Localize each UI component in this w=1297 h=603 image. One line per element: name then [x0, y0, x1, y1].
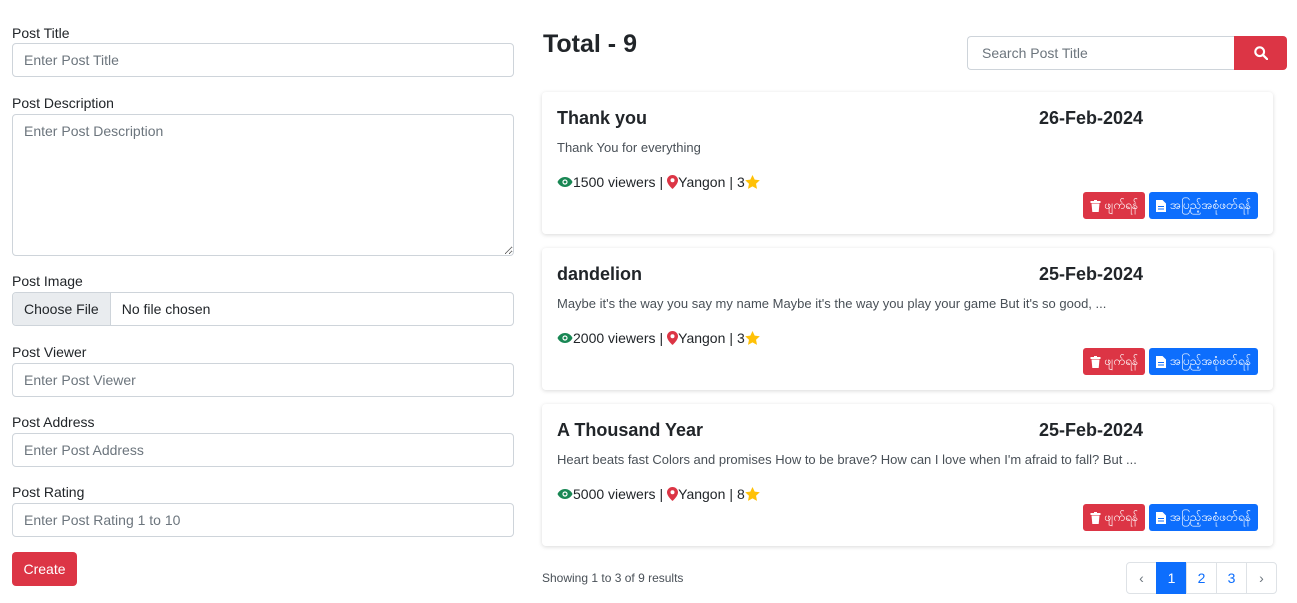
location-pin-icon — [667, 487, 679, 501]
post-rating: 3 — [737, 174, 745, 190]
post-actions: ဖျက်ရန် အပြည့်အစုံဖတ်ရန် — [1082, 348, 1258, 375]
post-description-input[interactable] — [12, 114, 514, 256]
create-button[interactable]: Create — [12, 552, 77, 586]
delete-button[interactable]: ဖျက်ရန် — [1082, 504, 1146, 531]
search-icon — [1253, 46, 1268, 60]
eye-icon — [557, 488, 573, 500]
location-pin-icon — [667, 175, 679, 189]
post-title: dandelion — [557, 264, 642, 284]
post-meta: 2000 viewers | Yangon | 3 — [557, 330, 760, 346]
read-more-button[interactable]: အပြည့်အစုံဖတ်ရန် — [1149, 192, 1258, 219]
post-location: Yangon — [678, 174, 726, 190]
eye-icon — [557, 332, 573, 344]
post-actions: ဖျက်ရန် အပြည့်အစုံဖတ်ရန် — [1082, 504, 1258, 531]
read-more-button[interactable]: အပြည့်အစုံဖတ်ရန် — [1149, 348, 1258, 375]
star-icon — [745, 175, 760, 189]
search-button[interactable] — [1234, 36, 1287, 70]
post-title: A Thousand Year — [557, 420, 704, 440]
post-address-label: Post Address — [12, 414, 95, 430]
post-description-label: Post Description — [12, 95, 114, 111]
results-summary: Showing 1 to 3 of 9 results — [542, 571, 684, 585]
document-icon — [1156, 199, 1167, 212]
post-card: Thank you 26-Feb-2024 Thank You for ever… — [542, 92, 1273, 234]
delete-label: ဖျက်ရန် — [1104, 197, 1139, 212]
post-rating-label: Post Rating — [12, 484, 85, 500]
page-2-button[interactable]: 2 — [1186, 562, 1217, 594]
delete-label: ဖျက်ရန် — [1104, 509, 1139, 524]
post-rating: 3 — [737, 330, 745, 346]
document-icon — [1156, 511, 1167, 524]
post-card: dandelion 25-Feb-2024 Maybe it's the way… — [542, 248, 1273, 390]
prev-page-button[interactable]: ‹ — [1126, 562, 1157, 594]
viewer-count: 1500 viewers — [573, 174, 656, 190]
read-more-label: အပြည့်အစုံဖတ်ရန် — [1170, 353, 1251, 368]
post-description: Heart beats fast Colors and promises How… — [557, 452, 1137, 467]
page-3-button[interactable]: 3 — [1216, 562, 1247, 594]
next-page-button[interactable]: › — [1246, 562, 1277, 594]
pagination: ‹ 1 2 3 › — [1126, 562, 1277, 594]
read-more-button[interactable]: အပြည့်အစုံဖတ်ရန် — [1149, 504, 1258, 531]
viewer-count: 5000 viewers — [573, 486, 656, 502]
post-meta: 1500 viewers | Yangon | 3 — [557, 174, 760, 190]
post-viewer-label: Post Viewer — [12, 344, 87, 360]
delete-button[interactable]: ဖျက်ရန် — [1082, 192, 1146, 219]
post-rating: 8 — [737, 486, 745, 502]
post-rating-input[interactable] — [12, 503, 514, 537]
star-icon — [745, 487, 760, 501]
post-meta: 5000 viewers | Yangon | 8 — [557, 486, 760, 502]
post-date: 26-Feb-2024 — [1039, 108, 1144, 128]
trash-icon — [1090, 511, 1101, 524]
delete-button[interactable]: ဖျက်ရန် — [1082, 348, 1146, 375]
post-location: Yangon — [678, 486, 726, 502]
viewer-count: 2000 viewers — [573, 330, 656, 346]
post-description: Thank You for everything — [557, 140, 701, 155]
total-count: Total - 9 — [543, 30, 637, 58]
trash-icon — [1090, 355, 1101, 368]
post-title-input[interactable] — [12, 43, 514, 77]
post-title-label: Post Title — [12, 25, 70, 41]
read-more-label: အပြည့်အစုံဖတ်ရန် — [1170, 509, 1251, 524]
read-more-label: အပြည့်အစုံဖတ်ရန် — [1170, 197, 1251, 212]
post-location: Yangon — [678, 330, 726, 346]
search-input[interactable] — [967, 36, 1235, 70]
post-card: A Thousand Year 25-Feb-2024 Heart beats … — [542, 404, 1273, 546]
post-title: Thank you — [557, 108, 648, 128]
choose-file-button[interactable]: Choose File — [13, 293, 111, 325]
location-pin-icon — [667, 331, 679, 345]
page-1-button[interactable]: 1 — [1156, 562, 1187, 594]
post-actions: ဖျက်ရန် အပြည့်အစုံဖတ်ရန် — [1082, 192, 1258, 219]
post-address-input[interactable] — [12, 433, 514, 467]
trash-icon — [1090, 199, 1101, 212]
post-image-label: Post Image — [12, 273, 83, 289]
file-status: No file chosen — [121, 301, 211, 317]
delete-label: ဖျက်ရန် — [1104, 353, 1139, 368]
eye-icon — [557, 176, 573, 188]
post-image-file-input[interactable]: Choose File No file chosen — [12, 292, 514, 326]
post-date: 25-Feb-2024 — [1039, 264, 1144, 284]
star-icon — [745, 331, 760, 345]
post-date: 25-Feb-2024 — [1039, 420, 1144, 440]
post-description: Maybe it's the way you say my name Maybe… — [557, 296, 1107, 311]
document-icon — [1156, 355, 1167, 368]
post-viewer-input[interactable] — [12, 363, 514, 397]
